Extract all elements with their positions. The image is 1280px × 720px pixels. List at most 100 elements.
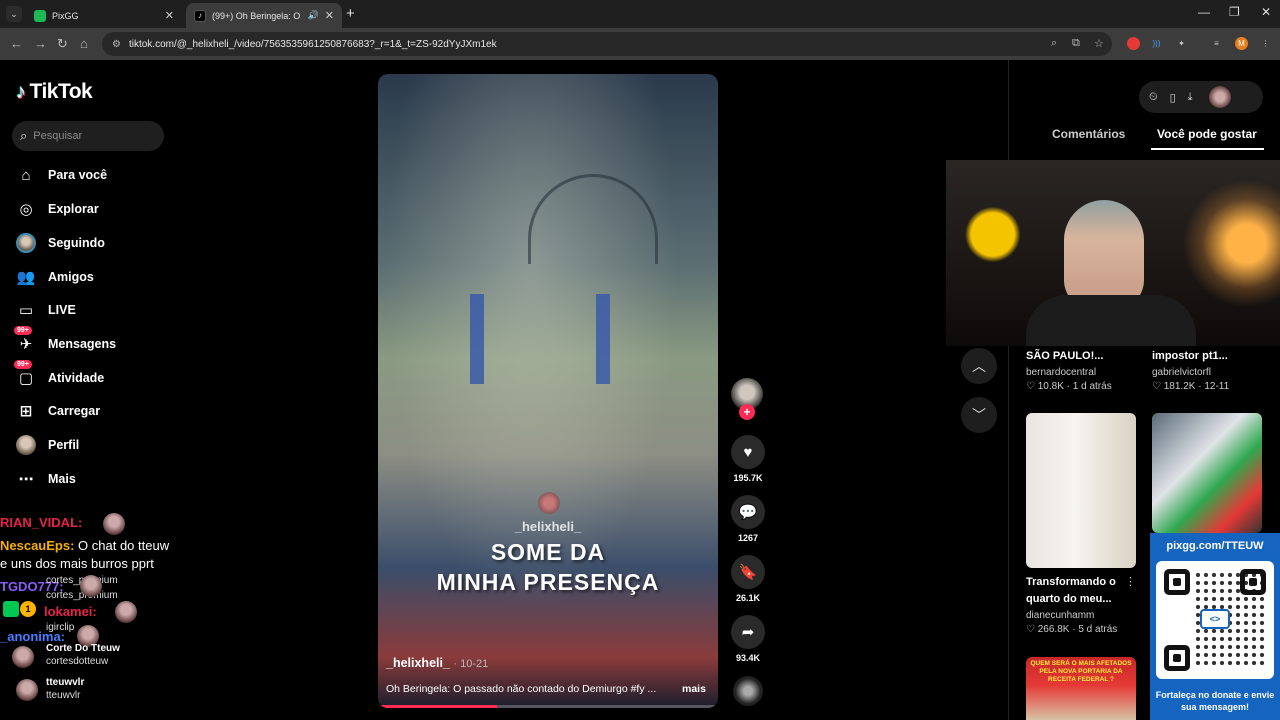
video-progress-bar[interactable] xyxy=(378,705,718,708)
chat-text: O chat do tteuw xyxy=(78,538,170,553)
search-box[interactable]: ⌕ xyxy=(12,121,164,151)
comment-action[interactable]: 💬 1267 xyxy=(729,495,767,543)
new-tab-button[interactable]: + xyxy=(346,5,355,22)
home-icon[interactable]: ⌂ xyxy=(80,36,88,51)
tab-search-button[interactable]: ⌄ xyxy=(6,6,22,22)
sidebar-item-label: Atividade xyxy=(48,371,105,385)
sidebar-item-carregar[interactable]: ⊞ Carregar xyxy=(16,398,100,424)
profile-avatar[interactable]: M xyxy=(1235,37,1248,50)
phone-icon[interactable]: ▯ xyxy=(1170,91,1176,104)
card-thumbnail[interactable] xyxy=(1026,413,1136,568)
bookmark-icon[interactable]: 🔖 xyxy=(731,555,765,589)
tiktok-note-icon: ♪ xyxy=(16,80,26,103)
install-app-icon[interactable]: ⧉ xyxy=(1072,37,1080,50)
music-disc-icon[interactable] xyxy=(733,676,763,706)
recommended-video-card[interactable]: Transformando o quarto do meu... dianecu… xyxy=(1026,413,1138,635)
live-icon: ▭ xyxy=(18,302,34,319)
sidebar-item-perfil[interactable]: Perfil xyxy=(16,432,79,458)
sidebar-item-mensagens[interactable]: ✈ 99+ Mensagens xyxy=(14,326,116,357)
close-window-icon[interactable]: ✕ xyxy=(1261,5,1271,19)
video-progress-fill xyxy=(378,705,497,708)
close-tab-icon[interactable]: ✕ xyxy=(325,9,334,22)
panel-divider xyxy=(1008,60,1009,720)
comment-count: 1267 xyxy=(737,533,759,543)
speaker-icon[interactable]: 🔊 xyxy=(308,10,319,21)
card-thumbnail[interactable]: QUEM SERÁ O MAIS AFETADOS PELA NOVA PORT… xyxy=(1026,657,1136,720)
messages-icon: ✈ 99+ xyxy=(14,326,36,354)
tab-title: (99+) Oh Beringela: O Passado xyxy=(212,10,302,21)
recommended-video-card[interactable] xyxy=(1152,413,1264,533)
sidebar-item-para-voce[interactable]: ⌂ Para você xyxy=(16,162,107,188)
card-title: SÃO PAULO!... xyxy=(1026,350,1104,362)
sidebar-item-mais[interactable]: ⋯ Mais xyxy=(16,466,76,492)
speed-icon[interactable]: ⏲ xyxy=(1149,91,1158,104)
logo-text: TikTok xyxy=(29,80,93,103)
video-scene-arch xyxy=(528,174,658,264)
video-scene-stripe xyxy=(470,294,484,384)
close-tab-icon[interactable]: ✕ xyxy=(165,9,174,22)
chat-username: _anonima: xyxy=(0,629,66,644)
tab-voce-pode-gostar[interactable]: Você pode gostar xyxy=(1157,127,1257,141)
follow-button[interactable]: + xyxy=(739,404,755,420)
active-tab-indicator xyxy=(1151,148,1264,150)
sidebar-item-label: LIVE xyxy=(48,303,76,317)
like-count: 195.7K xyxy=(733,473,763,483)
video-author[interactable]: _helixheli_ · 10-21 xyxy=(386,656,488,670)
account-avatar xyxy=(12,646,34,668)
save-action[interactable]: 🔖 26.1K xyxy=(729,555,767,603)
recommended-video-card[interactable]: SÃO PAULO!... bernardocentral ♡ 10.8K · … xyxy=(1026,348,1138,392)
next-video-button[interactable]: ﹀ xyxy=(961,397,997,433)
comment-icon[interactable]: 💬 xyxy=(731,495,765,529)
sidebar-item-atividade[interactable]: ▢ 99+ Atividade xyxy=(14,360,105,391)
sidebar-item-explorar[interactable]: ◎ Explorar xyxy=(16,196,98,222)
heart-icon[interactable]: ♥ xyxy=(731,435,765,469)
url-bar[interactable]: ⚙ tiktok.com/@_helixheli_/video/75635359… xyxy=(102,32,1112,56)
user-avatar[interactable] xyxy=(1208,86,1231,108)
tiktok-logo[interactable]: ♪ TikTok xyxy=(16,80,93,104)
extension-red-icon[interactable] xyxy=(1127,37,1140,50)
like-action[interactable]: ♥ 195.7K xyxy=(729,435,767,483)
streamer-webcam-overlay xyxy=(946,160,1280,346)
browser-tab-tiktok[interactable]: ♪ (99+) Oh Beringela: O Passado 🔊 ✕ xyxy=(186,3,342,28)
card-username[interactable]: bernardocentral xyxy=(1026,367,1138,378)
card-username[interactable]: gabrielvictorfl xyxy=(1152,367,1264,378)
search-input[interactable] xyxy=(33,130,144,142)
sidebar-item-seguindo[interactable]: Seguindo xyxy=(16,230,105,256)
description-more-button[interactable]: mais xyxy=(682,683,706,695)
sidebar-item-amigos[interactable]: 👥 Amigos xyxy=(16,264,94,290)
video-player[interactable]: _helixheli_ SOME DA MINHA PRESENÇA _heli… xyxy=(378,74,718,708)
recommended-video-card[interactable]: impostor pt1... gabrielvictorfl ♡ 181.2K… xyxy=(1152,348,1264,392)
reload-icon[interactable]: ↻ xyxy=(57,36,68,52)
extensions-puzzle-icon[interactable]: ✦ xyxy=(1175,37,1188,50)
sidebar-item-live[interactable]: ▭ LIVE xyxy=(16,297,76,323)
pixgg-favicon-icon xyxy=(34,9,46,22)
forward-icon[interactable]: → xyxy=(34,36,47,51)
share-icon[interactable]: ➦ xyxy=(731,615,765,649)
extension-audio-icon[interactable]: ))) xyxy=(1150,37,1163,50)
recommended-video-card[interactable]: QUEM SERÁ O MAIS AFETADOS PELA NOVA PORT… xyxy=(1026,657,1138,720)
minimize-icon[interactable]: — xyxy=(1198,5,1210,19)
tab-comentarios[interactable]: Comentários xyxy=(1052,127,1125,141)
reading-list-icon[interactable]: ≡ xyxy=(1210,37,1223,50)
card-username[interactable]: dianecunhamm xyxy=(1026,610,1138,621)
browser-menu-icon[interactable]: ⋮ xyxy=(1259,37,1272,50)
video-scene-stripe xyxy=(596,294,610,384)
video-date: · 10-21 xyxy=(453,658,489,670)
profile-avatar xyxy=(16,435,36,455)
previous-video-button[interactable]: ︿ xyxy=(961,348,997,384)
more-icon: ⋯ xyxy=(18,471,34,488)
bookmark-star-icon[interactable]: ☆ xyxy=(1094,37,1104,50)
site-info-icon[interactable]: ⚙ xyxy=(112,39,121,50)
donation-qr-overlay: pixgg.com/TTEUW <> Fortaleça no donate e… xyxy=(1150,533,1280,720)
share-action[interactable]: ➦ 93.4K xyxy=(729,615,767,663)
card-options-icon[interactable]: ⋮ xyxy=(1125,575,1136,588)
card-thumbnail[interactable] xyxy=(1152,413,1262,533)
watermark-avatar xyxy=(538,492,560,514)
compass-icon: ◎ xyxy=(19,201,33,218)
browser-toolbar: ← → ↻ ⌂ ⚙ tiktok.com/@_helixheli_/video/… xyxy=(0,28,1280,60)
browser-tab-pixgg[interactable]: PixGG ✕ xyxy=(26,3,182,28)
back-icon[interactable]: ← xyxy=(10,36,23,51)
zoom-icon[interactable]: ⌕ xyxy=(1051,37,1057,50)
download-icon[interactable]: ⤓ xyxy=(1188,91,1193,104)
restore-icon[interactable]: ❐ xyxy=(1229,5,1240,19)
